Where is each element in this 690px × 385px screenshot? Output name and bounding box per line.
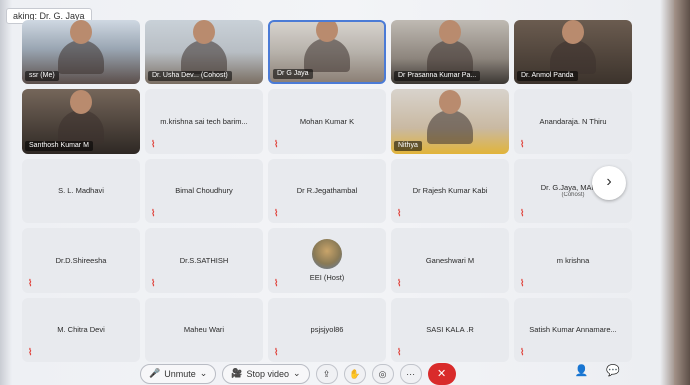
- meeting-toolbar: 🎤 Unmute ⌄ 🎥 Stop video ⌄ ⇪ ✋ ◎ ··· ✕ 👤 …: [0, 362, 690, 385]
- participant-tile[interactable]: Santhosh Kumar M: [22, 89, 140, 154]
- participant-name: Dr Prasanna Kumar Pa...: [394, 71, 481, 82]
- unmute-label: Unmute: [164, 368, 196, 379]
- participant-tile[interactable]: psjsjyol86 ⌇: [268, 297, 386, 362]
- participant-name: Satish Kumar Annamare...: [529, 325, 617, 335]
- participant-name: Anandaraja. N Thiru: [539, 117, 607, 127]
- participant-tile[interactable]: SASI KALA .R ⌇: [391, 297, 509, 362]
- participant-name: Dr Rajesh Kumar Kabi: [412, 186, 488, 196]
- muted-mic-icon: ⌇: [151, 208, 156, 219]
- participant-tile[interactable]: Dr. Usha Dev... (Cohost): [145, 20, 263, 85]
- muted-mic-icon: ⌇: [28, 347, 33, 357]
- muted-mic-icon: ⌇: [151, 277, 156, 288]
- participant-grid: ssr (Me) Dr. Usha Dev... (Cohost) Dr G Jay…: [22, 20, 632, 362]
- muted-mic-icon: ⌇: [397, 347, 402, 357]
- participant-name: Bimal Choudhury: [175, 186, 233, 196]
- stop-video-label: Stop video: [246, 368, 290, 379]
- participant-video-feed: [304, 38, 350, 73]
- participant-tile[interactable]: ssr (Me): [22, 20, 140, 85]
- participant-name: Dr. Anmol Panda: [517, 71, 578, 82]
- mic-icon: 🎤: [149, 368, 161, 378]
- participant-name: m krishna: [556, 255, 590, 265]
- chevron-down-icon[interactable]: ⌄: [200, 368, 208, 379]
- stop-video-button[interactable]: 🎥 Stop video ⌄: [222, 363, 310, 384]
- participant-name: m.krishna sai tech barim...: [160, 117, 248, 127]
- participant-tile[interactable]: Satish Kumar Annamare... ⌇: [514, 297, 632, 362]
- muted-mic-icon: ⌇: [274, 208, 279, 219]
- muted-mic-icon: ⌇: [28, 277, 33, 288]
- participant-tile[interactable]: Dr R.Jegathambal ⌇: [268, 158, 386, 224]
- participant-video-feed: [427, 40, 473, 75]
- participant-name: EEI (Host): [309, 272, 345, 282]
- participant-video-feed: [58, 40, 104, 75]
- chat-icon[interactable]: 💬: [606, 364, 620, 377]
- participant-name: Maheu Wari: [183, 325, 225, 335]
- participant-name: Dr.D.Shireesha: [55, 255, 107, 265]
- muted-mic-icon: ⌇: [274, 138, 279, 149]
- chevron-right-icon: ›: [606, 173, 612, 190]
- participant-tile[interactable]: Dr. Anmol Panda: [514, 20, 632, 85]
- participant-name: Santhosh Kumar M: [25, 140, 93, 151]
- record-icon: ◎: [378, 368, 387, 379]
- meeting-window: aking: Dr. G. Jaya ssr (Me) Dr. Usha Dev.…: [0, 0, 690, 385]
- participant-tile[interactable]: Nithya: [391, 89, 509, 154]
- participant-tile[interactable]: Bimal Choudhury ⌇: [145, 158, 263, 224]
- participant-name: S. L. Madhavi: [58, 186, 104, 196]
- participant-tile[interactable]: m.krishna sai tech barim... ⌇: [145, 89, 263, 154]
- muted-mic-icon: ⌇: [397, 208, 402, 219]
- participant-name: Ganeshwari M: [425, 255, 475, 265]
- participant-name: ssr (Me): [25, 71, 59, 82]
- participant-tile[interactable]: Dr Rajesh Kumar Kabi ⌇: [391, 158, 509, 224]
- record-button[interactable]: ◎: [371, 363, 394, 384]
- next-page-button[interactable]: ›: [592, 166, 626, 200]
- muted-mic-icon: ⌇: [520, 277, 525, 288]
- participant-name: Dr R.Jegathambal: [296, 186, 358, 196]
- participant-name: Nithya: [394, 140, 422, 151]
- close-icon: ✕: [436, 367, 447, 380]
- participant-tile[interactable]: Dr.S.SATHISH ⌇: [145, 228, 263, 293]
- participant-name: SASI KALA .R: [426, 325, 474, 335]
- muted-mic-icon: ⌇: [397, 277, 402, 288]
- screen-bezel: [674, 0, 690, 385]
- more-icon: ···: [406, 368, 416, 379]
- participant-name: Dr. Usha Dev... (Cohost): [148, 71, 232, 82]
- avatar: [312, 238, 342, 269]
- participant-tile[interactable]: m krishna ⌇: [514, 228, 632, 293]
- participant-name: Mohan Kumar K: [299, 117, 355, 127]
- participant-tile[interactable]: Mohan Kumar K ⌇: [268, 89, 386, 154]
- share-button[interactable]: ⇪: [315, 363, 338, 384]
- participant-tile[interactable]: Ganeshwari M ⌇: [391, 228, 509, 293]
- participant-video-feed: [58, 109, 104, 144]
- toolbar-right-group: 👤 💬: [575, 364, 620, 377]
- raise-hand-icon: ✋: [348, 368, 361, 379]
- muted-mic-icon: ⌇: [151, 138, 156, 149]
- chevron-down-icon[interactable]: ⌄: [293, 368, 301, 379]
- participant-tile[interactable]: Dr.D.Shireesha ⌇: [22, 228, 140, 293]
- reactions-button[interactable]: ✋: [343, 363, 366, 384]
- participant-name: M. Chitra Devi: [57, 325, 105, 335]
- muted-mic-icon: ⌇: [520, 347, 525, 357]
- end-call-button[interactable]: ✕: [427, 362, 456, 385]
- participant-tile[interactable]: Maheu Wari: [145, 297, 263, 362]
- participant-video-feed: [550, 40, 596, 75]
- participants-icon[interactable]: 👤: [575, 364, 589, 377]
- participant-tile[interactable]: Dr Prasanna Kumar Pa...: [391, 20, 509, 85]
- muted-mic-icon: ⌇: [274, 347, 279, 357]
- participant-tile[interactable]: S. L. Madhavi: [22, 158, 140, 224]
- participant-tile[interactable]: Anandaraja. N Thiru ⌇: [514, 89, 632, 154]
- more-options-button[interactable]: ···: [399, 363, 422, 384]
- participant-name: psjsjyol86: [310, 325, 344, 335]
- unmute-button[interactable]: 🎤 Unmute ⌄: [140, 363, 217, 384]
- muted-mic-icon: ⌇: [274, 277, 279, 288]
- share-screen-icon: ⇪: [322, 368, 331, 379]
- muted-mic-icon: ⌇: [520, 208, 525, 219]
- participant-tile[interactable]: M. Chitra Devi ⌇: [22, 297, 140, 362]
- participant-name: Dr.S.SATHISH: [179, 255, 229, 265]
- video-camera-icon: 🎥: [231, 368, 243, 378]
- participant-name: Dr G Jaya: [273, 69, 313, 80]
- muted-mic-icon: ⌇: [520, 138, 525, 149]
- participant-tile[interactable]: EEI (Host) ⌇: [268, 228, 386, 293]
- participant-tile[interactable]: Dr G Jaya: [268, 20, 386, 85]
- participant-video-feed: [427, 109, 473, 144]
- participant-video-feed: [181, 40, 227, 75]
